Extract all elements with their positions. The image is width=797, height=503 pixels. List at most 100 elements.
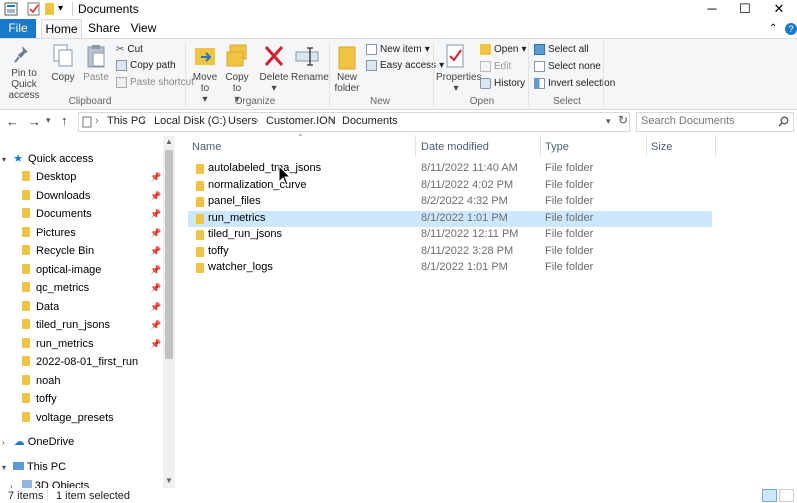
customize-quick-access-icon[interactable]: ▾ [58,3,63,14]
crumb-separator: › [216,115,220,127]
open-button[interactable]: Open ▾ [480,42,527,57]
select-none-button[interactable]: Select none [534,59,601,74]
forward-arrow-icon[interactable]: → [28,114,41,129]
recent-locations-icon[interactable]: ▾ [46,115,51,126]
file-type: File folder [545,195,594,207]
scroll-down-icon[interactable]: ▼ [165,476,173,485]
select-group-label: Select [553,96,581,107]
pin-icon: 📌 [150,338,162,349]
sidebar-item[interactable]: qc_metrics 📌 [22,279,162,298]
address-dropdown-icon[interactable]: ▾ [606,116,611,127]
group-separator [603,42,604,106]
details-view-icon[interactable] [762,489,777,502]
column-date-modified[interactable]: Date modified [421,141,489,159]
file-row[interactable]: run_metrics 8/1/2022 1:01 PM File folder [188,210,712,227]
item-count: 7 items [8,490,44,502]
file-name: run_metrics [208,211,266,224]
crumb-separator: › [331,115,335,127]
crumb-users[interactable]: Users [228,115,257,127]
file-type: File folder [545,244,594,257]
new-folder-quick-icon[interactable] [43,2,57,16]
cube-icon [21,480,32,488]
scroll-up-icon[interactable]: ▲ [165,137,173,146]
pin-quick-access-button[interactable]: Pin to Quick access [2,44,46,101]
sidebar-item[interactable]: tiled_run_jsons 📌 [22,316,162,335]
column-divider[interactable] [646,135,647,157]
sidebar-item[interactable]: voltage_presets [22,409,162,428]
window-title: Documents [78,2,139,16]
up-arrow-icon[interactable]: ↑ [61,113,68,128]
rename-button[interactable]: Rename [291,44,329,83]
file-type: File folder [545,261,594,273]
rename-label: Rename [291,72,329,83]
sidebar-3d-objects[interactable]: › 3D Objects [10,477,89,488]
rename-icon [295,47,319,66]
pin-icon: 📌 [150,301,162,312]
history-button[interactable]: History [480,76,525,91]
column-type[interactable]: Type [545,141,569,159]
select-all-button[interactable]: Select all [534,42,589,57]
collapse-ribbon-icon[interactable]: ⌃ [769,23,777,34]
cut-label: Cut [127,44,143,55]
paste-shortcut-button[interactable]: Paste shortcut [116,75,194,90]
crumb-documents[interactable]: Documents [342,115,398,127]
edit-icon [480,61,491,72]
refresh-icon[interactable]: ↻ [618,113,628,127]
sidebar-item[interactable]: toffy [22,390,162,409]
file-date: 8/11/2022 12:11 PM [421,228,519,240]
delete-button[interactable]: Delete ▾ [259,44,289,94]
crumb-this-pc[interactable]: This PC [107,115,146,127]
properties-button[interactable]: Properties ▾ [436,44,482,94]
group-separator [528,42,529,106]
tab-home[interactable]: Home [41,19,82,39]
sidebar-item[interactable]: 2022-08-01_first_run [22,353,162,372]
tab-share[interactable]: Share [88,19,120,38]
file-row[interactable]: watcher_logs 8/1/2022 1:01 PM File folder [188,260,712,277]
sidebar-item[interactable]: run_metrics 📌 [22,335,162,354]
large-icons-view-icon[interactable] [779,489,794,502]
search-input[interactable]: Search Documents [641,115,735,127]
sidebar-onedrive[interactable]: › ☁ OneDrive [2,433,74,452]
sidebar-item[interactable]: noah [22,372,162,391]
new-folder-button[interactable]: New folder [333,44,361,94]
select-all-icon [534,44,545,55]
paste-button[interactable]: Paste [83,44,109,83]
file-row[interactable]: tiled_run_jsons 8/11/2022 12:11 PM File fo… [188,227,712,244]
copy-icon [53,44,73,67]
search-icon[interactable] [778,116,789,127]
properties-quick-icon[interactable] [27,2,41,16]
file-row[interactable]: toffy 8/11/2022 3:28 PM File folder [188,244,712,261]
close-button[interactable]: ✕ [759,0,797,19]
help-icon[interactable]: ? [785,23,797,35]
copy-path-button[interactable]: Copy path [116,58,176,73]
sort-indicator-icon: ⌃ [297,133,304,142]
expand-this-pc-icon[interactable]: ▾ [2,463,6,472]
file-row[interactable]: normalization_curve 8/11/2022 4:02 PM File… [188,178,712,195]
column-divider[interactable] [715,135,716,157]
onedrive-label: OneDrive [27,436,75,448]
column-size[interactable]: Size [651,141,672,159]
copy-button[interactable]: Copy [51,44,75,83]
column-divider[interactable] [415,135,416,157]
sidebar-this-pc[interactable]: ▾ This PC [2,458,66,477]
tab-file[interactable]: File [0,19,36,38]
column-divider[interactable] [540,135,541,157]
open-dropdown-icon: ▾ [521,44,527,55]
expand-onedrive-icon[interactable]: › [2,438,5,447]
edit-button[interactable]: Edit [480,59,511,74]
sidebar-item-label: tiled_run_jsons [36,319,110,331]
crumb-separator: › [95,115,99,127]
cut-button[interactable]: ✂ Cut [116,42,143,57]
back-arrow-icon[interactable]: ← [6,114,19,129]
move-to-button[interactable]: Move to ▾ [192,44,218,105]
tab-view[interactable]: View [127,19,160,38]
folder-icon [22,319,30,329]
file-type: File folder [545,178,594,191]
column-name[interactable]: Name [192,141,221,159]
file-row[interactable]: panel_files 8/2/2022 4:32 PM File folder [188,194,712,211]
sidebar-item[interactable]: Data 📌 [22,298,162,317]
select-none-icon [534,61,545,72]
crumb-customer[interactable]: Customer.ION [266,115,336,127]
file-row[interactable]: autolabeled_tma_jsons 8/11/2022 11:40 AM F… [188,161,712,178]
new-item-button[interactable]: New item ▾ [366,42,430,57]
